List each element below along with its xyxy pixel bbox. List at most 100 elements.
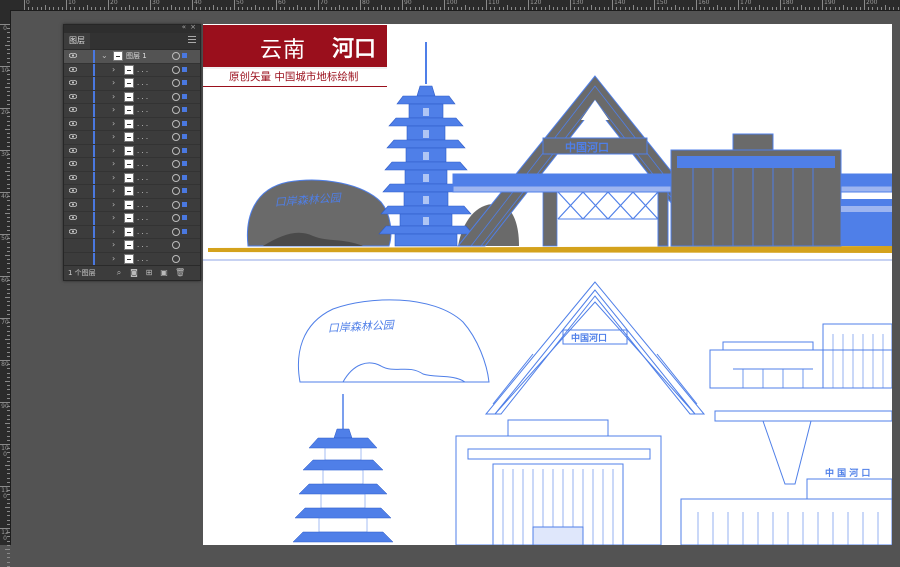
- search-icon[interactable]: ⌕: [115, 269, 123, 277]
- chevron-right-icon[interactable]: ›: [112, 185, 115, 197]
- chevron-right-icon[interactable]: ›: [112, 212, 115, 224]
- new-sublayer-icon[interactable]: ⊞: [145, 269, 153, 277]
- target-icon[interactable]: [172, 119, 180, 128]
- visibility-eye-icon[interactable]: [69, 147, 77, 153]
- layer-row[interactable]: › . . .: [64, 77, 200, 91]
- target-icon[interactable]: [172, 65, 180, 74]
- selection-indicator[interactable]: [182, 161, 187, 166]
- layer-row[interactable]: › . . .: [64, 212, 200, 226]
- target-icon[interactable]: [172, 106, 180, 114]
- visibility-eye-icon[interactable]: [69, 228, 77, 234]
- layer-name[interactable]: . . .: [137, 158, 148, 170]
- layer-name[interactable]: . . .: [137, 91, 148, 103]
- layer-row[interactable]: › . . .: [64, 117, 200, 131]
- target-icon[interactable]: [172, 173, 180, 182]
- target-icon[interactable]: [172, 52, 180, 60]
- layer-row[interactable]: › . . .: [64, 171, 200, 185]
- selection-indicator[interactable]: [182, 93, 187, 99]
- layer-name[interactable]: . . .: [137, 104, 148, 116]
- visibility-eye-icon[interactable]: [69, 53, 77, 58]
- target-icon[interactable]: [172, 79, 180, 87]
- selection-indicator[interactable]: [182, 53, 187, 58]
- visibility-eye-icon[interactable]: [69, 174, 77, 180]
- selection-indicator[interactable]: [182, 120, 187, 126]
- selection-indicator[interactable]: [182, 80, 187, 85]
- panel-titlebar[interactable]: « ×: [64, 23, 200, 33]
- target-icon[interactable]: [172, 92, 180, 101]
- visibility-eye-icon[interactable]: [69, 161, 77, 166]
- horizontal-ruler[interactable]: 0 10 20 30 40 50 60 70 80 90 100 110 120 130 140 150 160…: [0, 0, 900, 11]
- layer-name[interactable]: . . .: [137, 239, 148, 251]
- chevron-right-icon[interactable]: ›: [112, 145, 115, 157]
- layer-row[interactable]: › . . .: [64, 239, 200, 253]
- chevron-right-icon[interactable]: ›: [112, 172, 115, 184]
- visibility-eye-icon[interactable]: [69, 107, 77, 112]
- layer-row[interactable]: › . . .: [64, 158, 200, 172]
- panel-menu-icon[interactable]: [188, 36, 196, 44]
- layer-name[interactable]: . . .: [137, 64, 148, 76]
- visibility-eye-icon[interactable]: [69, 201, 77, 207]
- layer-name[interactable]: . . .: [137, 172, 148, 184]
- vertical-ruler[interactable]: 0 10 20 30 40 50 60 70 80 90 100 110 120: [0, 10, 11, 567]
- layer-row[interactable]: › . . .: [64, 225, 200, 239]
- layer-name[interactable]: . . .: [137, 199, 148, 211]
- layer-row[interactable]: › . . .: [64, 131, 200, 145]
- visibility-eye-icon[interactable]: [69, 93, 77, 99]
- tab-layers[interactable]: 图层: [64, 33, 90, 49]
- target-icon[interactable]: [172, 254, 180, 263]
- selection-indicator[interactable]: [182, 107, 187, 112]
- visibility-eye-icon[interactable]: [69, 80, 77, 85]
- chevron-right-icon[interactable]: ›: [112, 64, 115, 76]
- new-layer-icon[interactable]: ▣: [160, 269, 168, 277]
- target-icon[interactable]: [172, 160, 180, 168]
- layer-name[interactable]: . . .: [137, 131, 148, 143]
- target-icon[interactable]: [172, 214, 180, 222]
- target-icon[interactable]: [172, 200, 180, 209]
- chevron-right-icon[interactable]: ›: [112, 104, 115, 116]
- layer-row[interactable]: › . . .: [64, 90, 200, 104]
- layer-name[interactable]: 图层 1: [126, 50, 147, 62]
- layer-name[interactable]: . . .: [137, 212, 148, 224]
- layer-name[interactable]: . . .: [137, 185, 148, 197]
- layer-row-parent[interactable]: ⌄ 图层 1: [64, 50, 200, 64]
- selection-indicator[interactable]: [182, 215, 187, 220]
- target-icon[interactable]: [172, 241, 180, 249]
- chevron-right-icon[interactable]: ›: [112, 239, 115, 251]
- close-panel-icon[interactable]: ×: [190, 23, 196, 31]
- selection-indicator[interactable]: [182, 174, 187, 180]
- visibility-eye-icon[interactable]: [69, 120, 77, 126]
- visibility-eye-icon[interactable]: [69, 134, 77, 139]
- make-clipping-mask-icon[interactable]: ◙: [130, 269, 138, 277]
- selection-indicator[interactable]: [182, 188, 187, 193]
- chevron-down-icon[interactable]: ⌄: [101, 50, 108, 62]
- chevron-right-icon[interactable]: ›: [112, 118, 115, 130]
- layer-name[interactable]: . . .: [137, 145, 148, 157]
- chevron-right-icon[interactable]: ›: [112, 226, 115, 238]
- target-icon[interactable]: [172, 133, 180, 141]
- target-icon[interactable]: [172, 146, 180, 155]
- selection-indicator[interactable]: [182, 228, 187, 234]
- layer-name[interactable]: . . .: [137, 118, 148, 130]
- artwork-canvas[interactable]: 口岸森林公园 中国河口 口岸森林公园 中国河口 中 国 河 口: [203, 24, 892, 545]
- ruler-corner[interactable]: [0, 0, 10, 10]
- layer-name[interactable]: . . .: [137, 253, 148, 265]
- layer-row[interactable]: › . . .: [64, 144, 200, 158]
- visibility-eye-icon[interactable]: [69, 188, 77, 193]
- layer-row[interactable]: › . . .: [64, 104, 200, 118]
- selection-indicator[interactable]: [182, 201, 187, 207]
- layer-name[interactable]: . . .: [137, 226, 148, 238]
- target-icon[interactable]: [172, 187, 180, 195]
- chevron-right-icon[interactable]: ›: [112, 199, 115, 211]
- chevron-right-icon[interactable]: ›: [112, 91, 115, 103]
- chevron-right-icon[interactable]: ›: [112, 158, 115, 170]
- chevron-right-icon[interactable]: ›: [112, 77, 115, 89]
- selection-indicator[interactable]: [182, 134, 187, 139]
- chevron-right-icon[interactable]: ›: [112, 131, 115, 143]
- visibility-eye-icon[interactable]: [69, 215, 77, 220]
- delete-layer-icon[interactable]: 🗑: [175, 269, 185, 277]
- selection-indicator[interactable]: [182, 147, 187, 153]
- selection-indicator[interactable]: [182, 66, 187, 72]
- collapse-panel-icon[interactable]: «: [182, 23, 186, 31]
- layer-name[interactable]: . . .: [137, 77, 148, 89]
- layer-row[interactable]: › . . .: [64, 198, 200, 212]
